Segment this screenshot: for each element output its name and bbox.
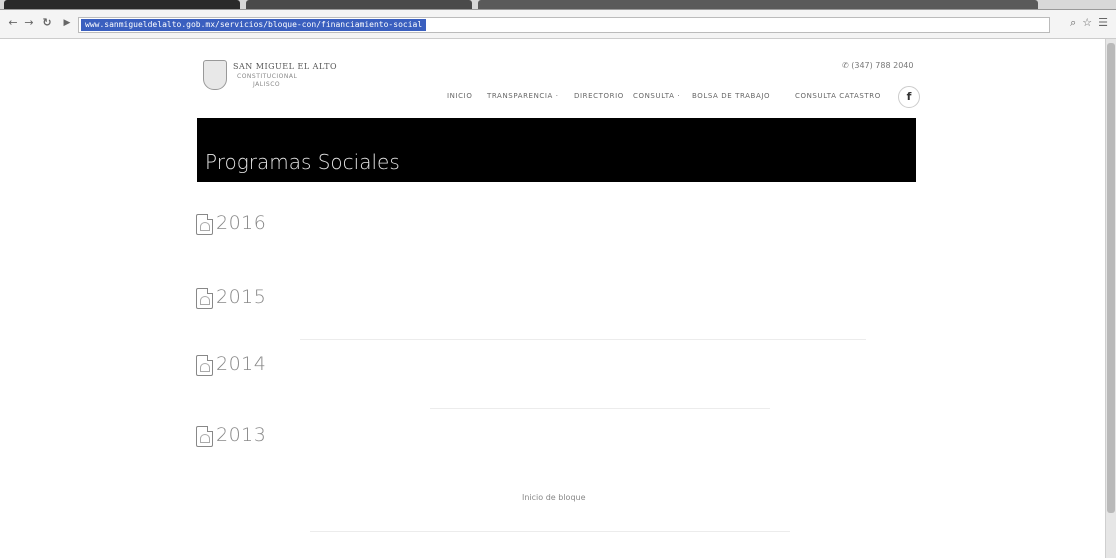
- arrow-right-icon[interactable]: →: [22, 16, 36, 30]
- browser-tab[interactable]: [246, 0, 472, 9]
- browser-tool-icons: ⌕ ☆ ☰: [1064, 16, 1108, 30]
- star-icon[interactable]: ☆: [1082, 16, 1092, 29]
- reload-icon[interactable]: ↻: [40, 16, 54, 30]
- phone-number: ✆ (347) 788 2040: [842, 61, 914, 70]
- nav-item-transparencia[interactable]: TRANSPARENCIA ·: [487, 92, 559, 100]
- pdf-icon: [196, 426, 213, 447]
- scrollbar-thumb[interactable]: [1107, 43, 1115, 513]
- divider: [430, 408, 770, 409]
- hamburger-menu-icon[interactable]: ☰: [1098, 16, 1108, 29]
- year-label: 2016: [216, 212, 267, 234]
- divider: [300, 339, 866, 340]
- footer-link[interactable]: Inicio de bloque: [522, 493, 586, 502]
- pdf-icon: [196, 214, 213, 235]
- browser-tab-strip: [0, 0, 1116, 10]
- logo-subtitle-state: JALISCO: [253, 81, 281, 88]
- address-bar[interactable]: www.sanmigueldelalto.gob.mx/servicios/bl…: [78, 17, 1050, 33]
- facebook-icon[interactable]: f: [898, 86, 920, 108]
- pdf-icon: [196, 288, 213, 309]
- nav-item-consulta[interactable]: CONSULTA ·: [633, 92, 680, 100]
- nav-item-consulta-catastro[interactable]: CONSULTA CATASTRO: [795, 92, 881, 100]
- page-info-icon[interactable]: ▶: [60, 16, 74, 30]
- nav-item-inicio[interactable]: INICIO: [447, 92, 472, 100]
- browser-toolbar: ← → ↻ ▶ www.sanmigueldelalto.gob.mx/serv…: [0, 10, 1116, 39]
- browser-tab-active[interactable]: [4, 0, 240, 9]
- site-logo[interactable]: SAN MIGUEL EL ALTO CONSTITUCIONAL JALISC…: [201, 58, 337, 94]
- logo-title: SAN MIGUEL EL ALTO: [233, 62, 338, 71]
- page-title: Programas Sociales: [205, 150, 400, 174]
- logo-subtitle: CONSTITUCIONAL: [237, 73, 298, 80]
- nav-item-directorio[interactable]: DIRECTORIO: [574, 92, 624, 100]
- page-scrollbar[interactable]: [1105, 39, 1116, 558]
- divider: [310, 531, 790, 532]
- arrow-left-icon[interactable]: ←: [6, 16, 20, 30]
- page-banner: Programas Sociales: [197, 118, 916, 182]
- zoom-icon[interactable]: ⌕: [1070, 16, 1076, 29]
- browser-tab[interactable]: [478, 0, 1038, 9]
- year-label: 2014: [216, 353, 267, 375]
- year-label: 2013: [216, 424, 267, 446]
- municipal-crest-icon: [203, 60, 227, 90]
- nav-item-bolsa-de-trabajo[interactable]: BOLSA DE TRABAJO: [692, 92, 770, 100]
- url-text[interactable]: www.sanmigueldelalto.gob.mx/servicios/bl…: [81, 19, 427, 31]
- year-label: 2015: [216, 286, 267, 308]
- pdf-icon: [196, 355, 213, 376]
